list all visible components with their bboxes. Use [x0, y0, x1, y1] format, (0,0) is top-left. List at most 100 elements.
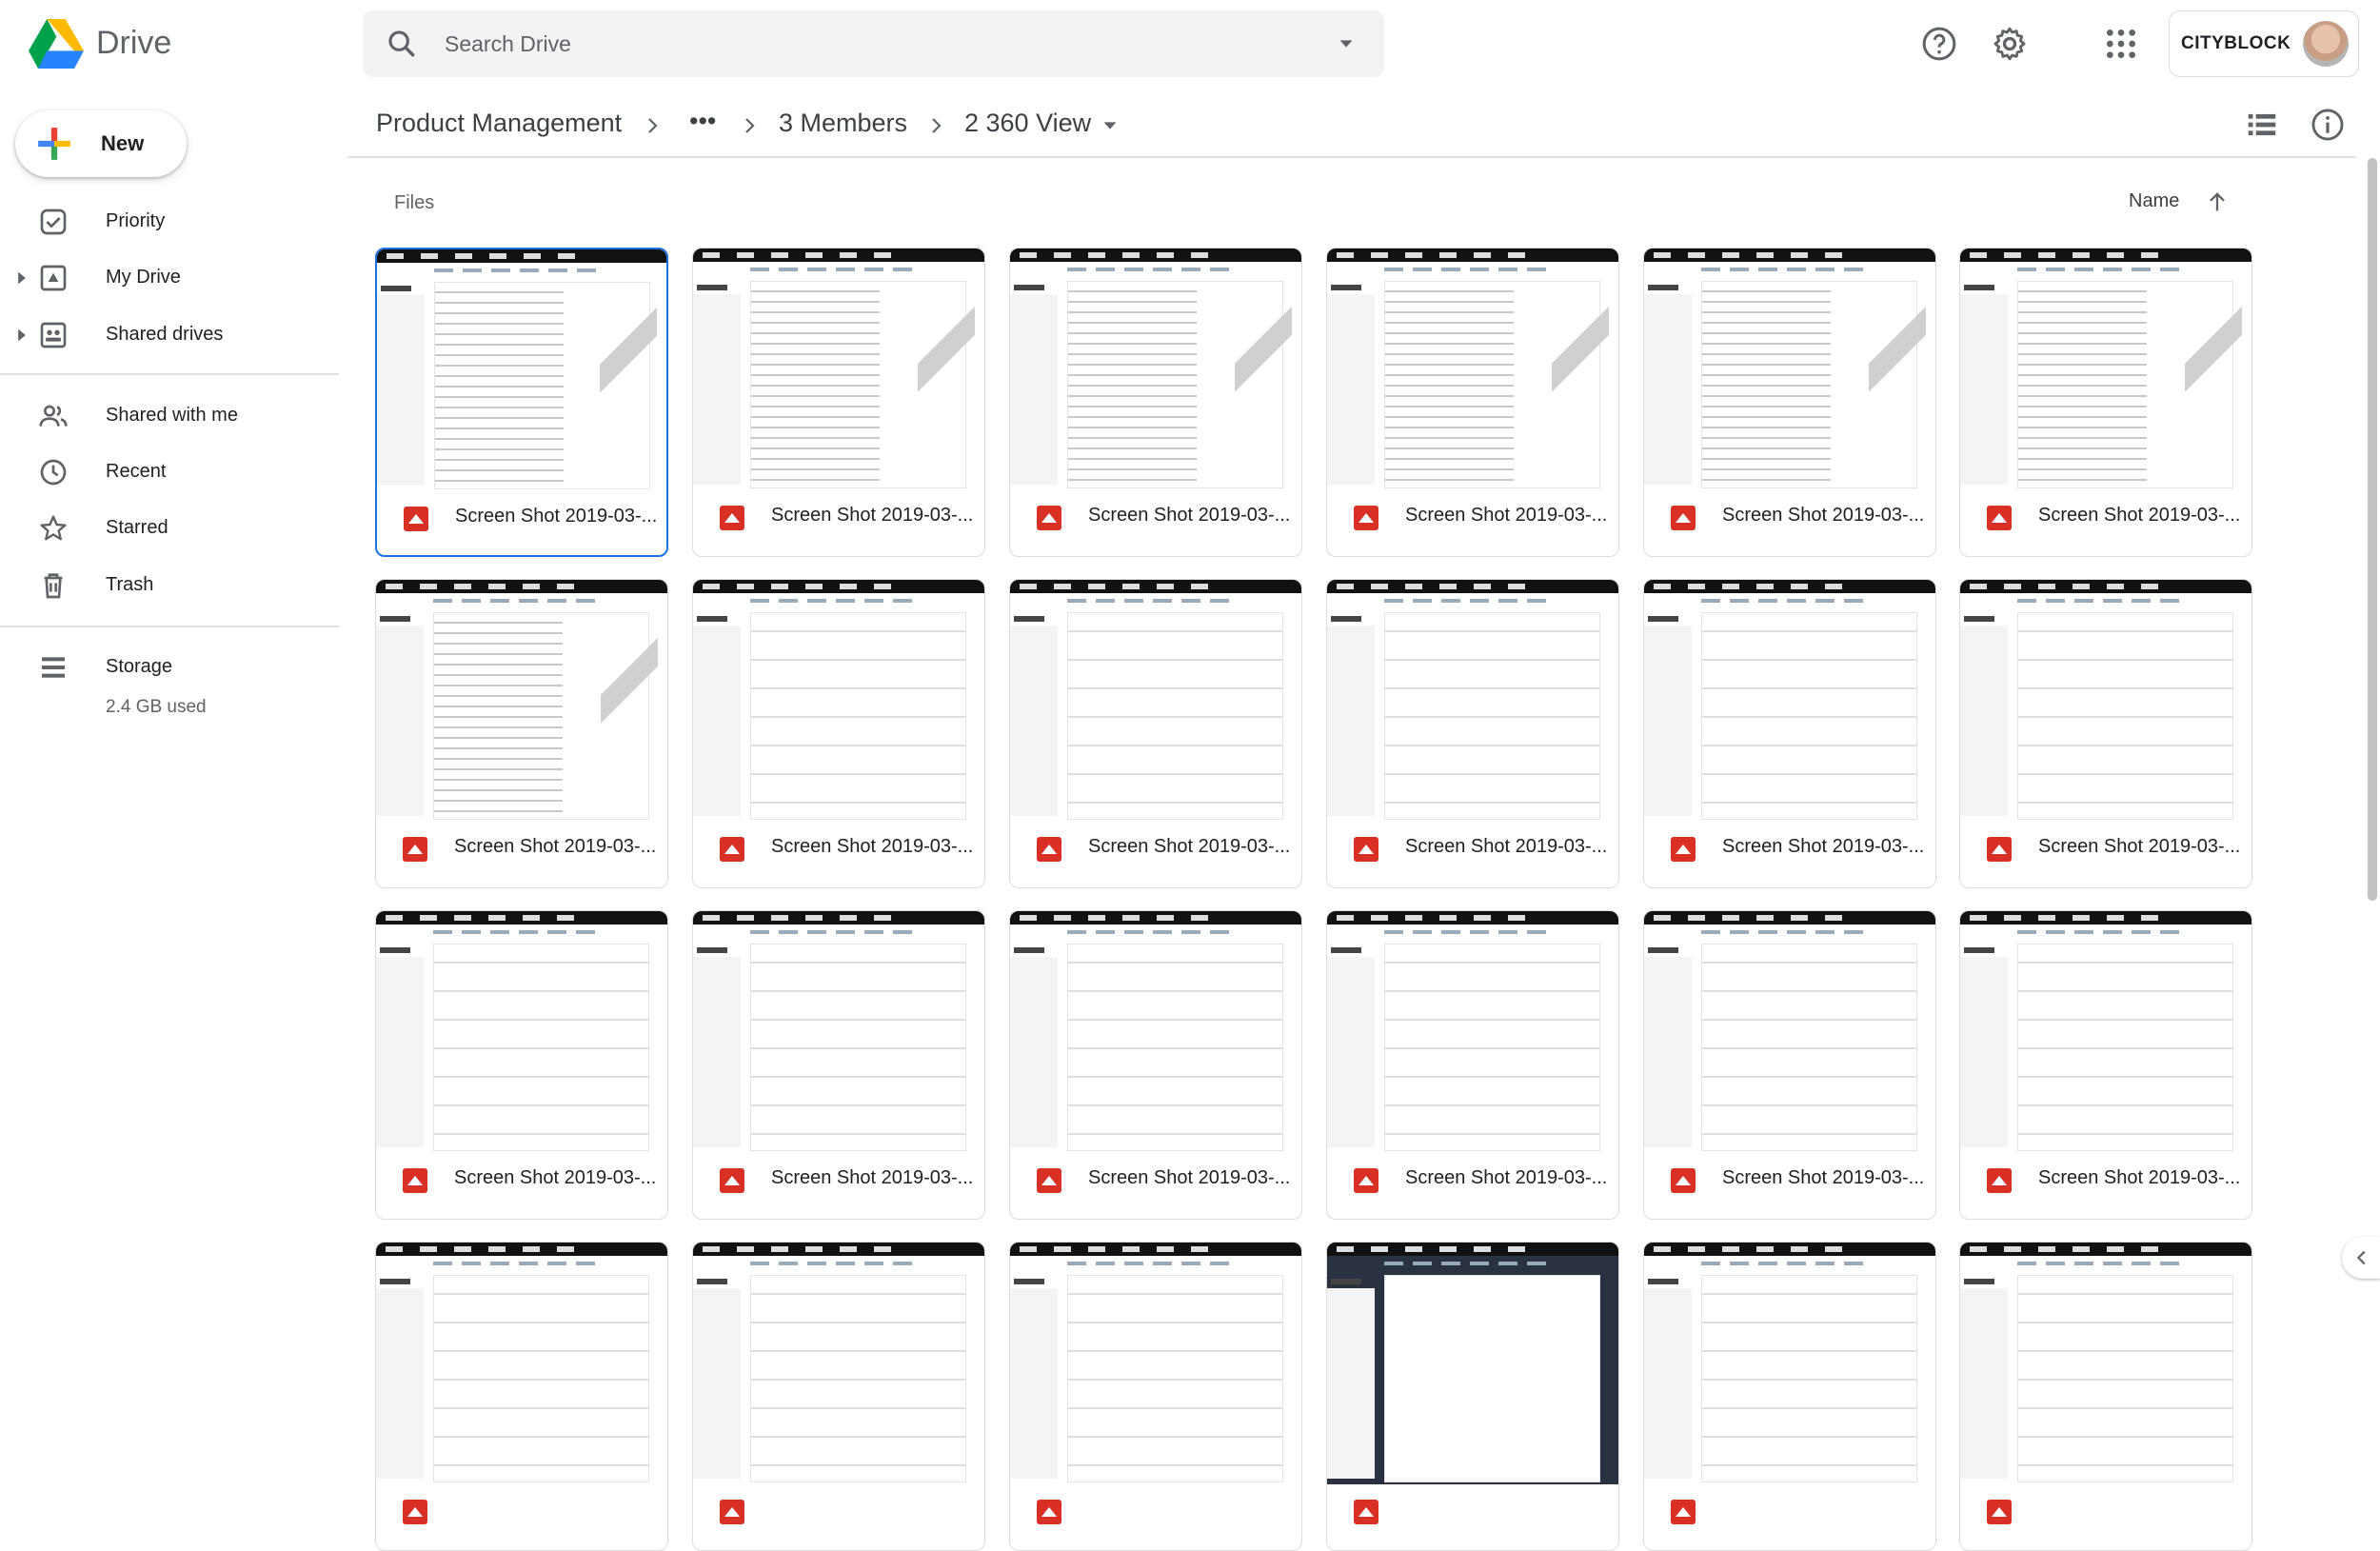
file-card[interactable]: Screen Shot 2019-03-... [1326, 579, 1619, 888]
file-thumbnail[interactable] [1960, 580, 2251, 822]
breadcrumb-current-folder[interactable]: 2 360 View [964, 109, 1091, 138]
file-thumbnail[interactable] [693, 1243, 984, 1484]
search-bar[interactable] [363, 10, 1384, 77]
breadcrumb-3-members[interactable]: 3 Members [779, 109, 907, 138]
file-card[interactable]: Screen Shot 2019-03-... [1009, 579, 1302, 888]
file-name: Screen Shot 2019-03-... [1722, 1167, 1925, 1188]
file-name: Screen Shot 2019-03-... [455, 506, 658, 527]
file-name: Screen Shot 2019-03-... [2038, 505, 2241, 526]
image-file-icon [1354, 837, 1378, 862]
drive-logo-icon[interactable] [29, 19, 84, 69]
file-thumbnail[interactable] [1010, 911, 1301, 1153]
trash-icon [44, 573, 63, 599]
storage-icon [42, 657, 65, 678]
file-thumbnail[interactable] [1010, 249, 1301, 490]
file-thumbnail[interactable] [693, 249, 984, 490]
file-card[interactable]: Screen Shot 2019-03-... [1959, 248, 2252, 557]
sidebar-item-starred[interactable]: Starred [0, 502, 339, 555]
file-card[interactable]: Screen Shot 2019-03-... [1959, 579, 2252, 888]
image-file-icon [1354, 506, 1378, 530]
avatar[interactable] [2303, 21, 2349, 67]
file-card[interactable] [692, 1242, 985, 1551]
file-thumbnail[interactable] [376, 911, 667, 1153]
app-name[interactable]: Drive [96, 25, 171, 62]
file-thumbnail[interactable] [376, 1243, 667, 1484]
file-thumbnail[interactable] [1327, 249, 1618, 490]
sidebar-item-my-drive[interactable]: My Drive [0, 251, 339, 305]
image-file-icon [1037, 1168, 1061, 1193]
file-card[interactable]: Screen Shot 2019-03-... [692, 579, 985, 888]
file-name: Screen Shot 2019-03-... [771, 505, 974, 526]
file-card[interactable]: Screen Shot 2019-03-... [692, 910, 985, 1220]
file-thumbnail[interactable] [1010, 580, 1301, 822]
file-card[interactable] [1959, 1242, 2252, 1551]
folder-menu-dropdown-icon[interactable] [1100, 115, 1121, 136]
file-card[interactable]: Screen Shot 2019-03-... [1326, 910, 1619, 1220]
file-thumbnail[interactable] [1010, 1243, 1301, 1484]
image-file-icon [1354, 1168, 1378, 1193]
sidebar-item-storage[interactable]: Storage [0, 641, 339, 694]
sidebar-item-label: Recent [106, 461, 167, 482]
file-thumbnail[interactable] [1644, 1243, 1935, 1484]
info-icon[interactable] [2310, 107, 2346, 143]
sidebar-item-recent[interactable]: Recent [0, 446, 339, 499]
file-thumbnail[interactable] [1327, 580, 1618, 822]
file-thumbnail[interactable] [376, 580, 667, 822]
account-switcher[interactable]: CITYBLOCK [2169, 10, 2359, 77]
file-card[interactable] [1643, 1242, 1936, 1551]
file-thumbnail[interactable] [377, 249, 666, 491]
file-card[interactable]: Screen Shot 2019-03-... [1643, 248, 1936, 557]
file-card[interactable]: Screen Shot 2019-03-... [1959, 910, 2252, 1220]
sort-by-name-button[interactable]: Name [2129, 190, 2179, 212]
new-button[interactable]: New [15, 110, 187, 177]
file-card[interactable]: Screen Shot 2019-03-... [1009, 910, 1302, 1220]
expand-arrow-icon[interactable] [15, 269, 29, 287]
search-icon[interactable] [386, 28, 418, 60]
image-file-icon [1037, 1500, 1061, 1524]
sidebar-item-label: Shared drives [106, 324, 224, 345]
sort-ascending-arrow-icon[interactable] [2204, 189, 2231, 215]
file-thumbnail[interactable] [693, 911, 984, 1153]
file-thumbnail[interactable] [1644, 580, 1935, 822]
file-card[interactable]: Screen Shot 2019-03-... [692, 248, 985, 557]
file-thumbnail[interactable] [1644, 911, 1935, 1153]
file-card[interactable] [1326, 1242, 1619, 1551]
file-card[interactable]: Screen Shot 2019-03-... [375, 579, 668, 888]
storage-label: Storage [106, 656, 173, 677]
file-thumbnail[interactable] [1644, 249, 1935, 490]
search-options-dropdown-icon[interactable] [1336, 33, 1357, 54]
breadcrumb-product-management[interactable]: Product Management [376, 109, 622, 138]
scrollbar-thumb[interactable] [2368, 158, 2377, 901]
file-card[interactable]: Screen Shot 2019-03-... [1643, 579, 1936, 888]
file-card[interactable]: Screen Shot 2019-03-... [1643, 910, 1936, 1220]
side-panel-toggle-button[interactable] [2342, 1237, 2380, 1279]
help-icon[interactable] [1920, 25, 1958, 63]
file-thumbnail[interactable] [693, 580, 984, 822]
file-card[interactable] [375, 1242, 668, 1551]
file-thumbnail[interactable] [1327, 911, 1618, 1153]
file-thumbnail[interactable] [1960, 911, 2251, 1153]
expand-arrow-icon[interactable] [15, 327, 29, 344]
list-view-icon[interactable] [2244, 107, 2280, 143]
sidebar-item-trash[interactable]: Trash [0, 559, 339, 612]
file-card[interactable]: Screen Shot 2019-03-... [375, 248, 668, 557]
breadcrumb-overflow[interactable]: ••• [689, 107, 716, 136]
image-file-icon [1671, 506, 1696, 530]
file-name: Screen Shot 2019-03-... [1405, 836, 1608, 857]
settings-icon[interactable] [1991, 25, 2029, 63]
file-name: Screen Shot 2019-03-... [1405, 505, 1608, 526]
search-input[interactable] [443, 24, 1303, 64]
file-thumbnail[interactable] [1960, 249, 2251, 490]
file-card[interactable]: Screen Shot 2019-03-... [1009, 248, 1302, 557]
sidebar-item-label: Priority [106, 210, 166, 231]
file-thumbnail[interactable] [1327, 1243, 1618, 1484]
apps-grid-icon[interactable] [2102, 25, 2140, 63]
file-thumbnail[interactable] [1960, 1243, 2251, 1484]
sidebar-item-shared-with-me[interactable]: Shared with me [0, 389, 339, 443]
sidebar-item-priority[interactable]: Priority [0, 195, 339, 249]
file-name: Screen Shot 2019-03-... [1722, 836, 1925, 857]
file-card[interactable]: Screen Shot 2019-03-... [375, 910, 668, 1220]
file-card[interactable] [1009, 1242, 1302, 1551]
file-card[interactable]: Screen Shot 2019-03-... [1326, 248, 1619, 557]
sidebar-item-shared-drives[interactable]: Shared drives [0, 308, 339, 362]
